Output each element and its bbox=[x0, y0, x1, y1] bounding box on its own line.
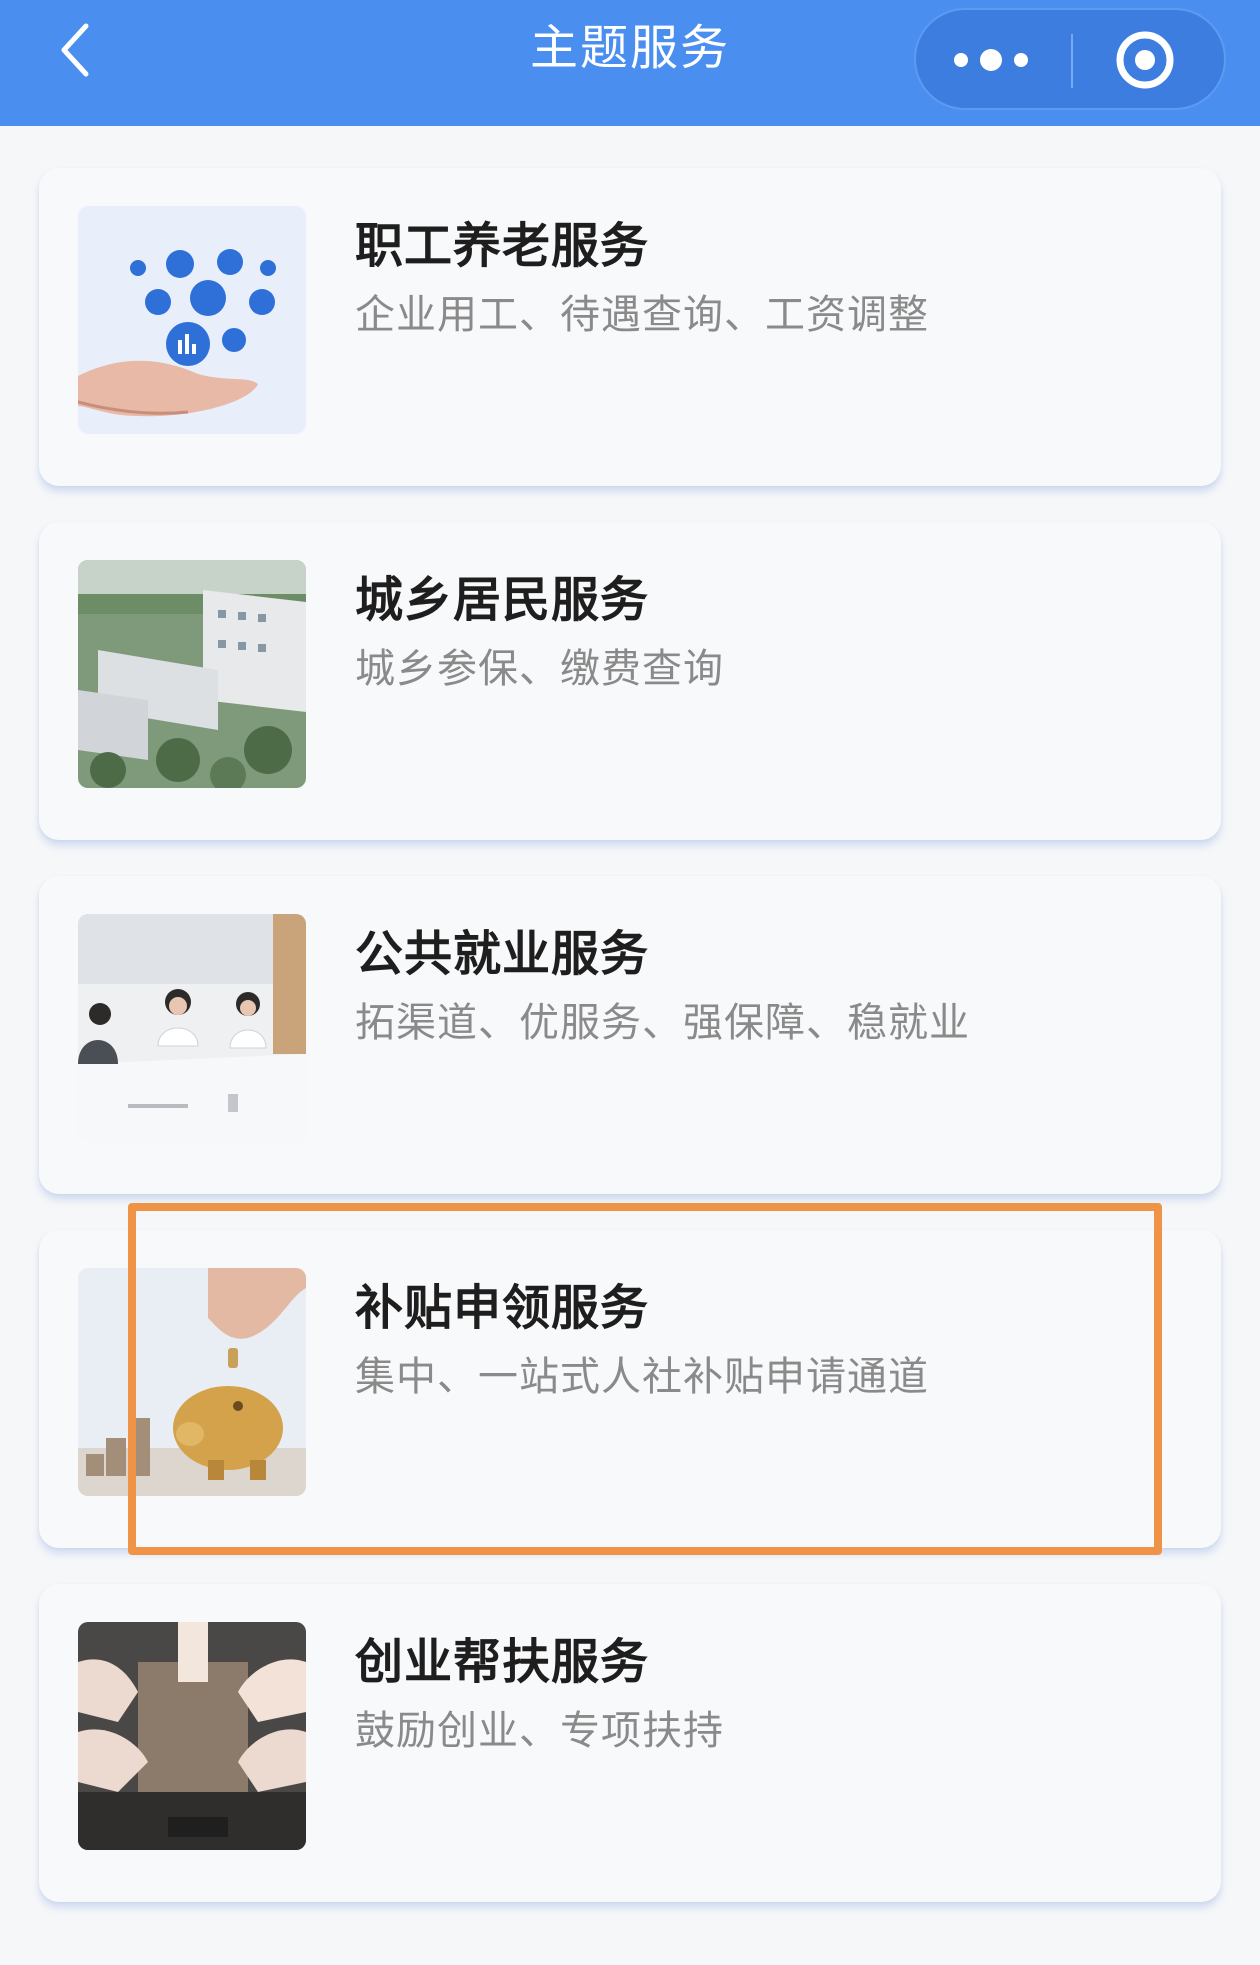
service-subtitle: 企业用工、待遇查询、工资调整 bbox=[355, 292, 929, 338]
service-title: 职工养老服务 bbox=[355, 218, 650, 274]
service-thumb-subsidy bbox=[78, 1268, 306, 1496]
service-title: 创业帮扶服务 bbox=[355, 1634, 650, 1690]
service-thumb-employment bbox=[78, 914, 306, 1142]
service-title: 补贴申领服务 bbox=[355, 1280, 650, 1336]
target-circle-icon bbox=[1116, 31, 1174, 89]
service-title: 公共就业服务 bbox=[355, 926, 650, 982]
service-card-elderly-pension[interactable]: 职工养老服务 企业用工、待遇查询、工资调整 bbox=[39, 168, 1221, 486]
service-thumb-residents bbox=[78, 560, 306, 788]
close-mini-program-button[interactable] bbox=[1073, 10, 1228, 108]
more-dots-icon bbox=[954, 49, 1028, 71]
service-card-public-employment[interactable]: 公共就业服务 拓渠道、优服务、强保障、稳就业 bbox=[39, 876, 1221, 1194]
service-card-entrepreneurship-support[interactable]: 创业帮扶服务 鼓励创业、专项扶持 bbox=[39, 1584, 1221, 1902]
top-navigation-bar: 主题服务 bbox=[0, 0, 1260, 126]
mini-program-capsule bbox=[914, 8, 1226, 110]
service-subtitle: 集中、一站式人社补贴申请通道 bbox=[355, 1354, 929, 1400]
service-thumb-entrepreneurship bbox=[78, 1622, 306, 1850]
service-card-urban-rural-residents[interactable]: 城乡居民服务 城乡参保、缴费查询 bbox=[39, 522, 1221, 840]
more-button[interactable] bbox=[916, 10, 1071, 108]
service-subtitle: 拓渠道、优服务、强保障、稳就业 bbox=[355, 1000, 970, 1046]
service-card-subsidy-application[interactable]: 补贴申领服务 集中、一站式人社补贴申请通道 bbox=[39, 1230, 1221, 1548]
service-subtitle: 鼓励创业、专项扶持 bbox=[355, 1708, 724, 1754]
service-thumb-pension bbox=[78, 206, 306, 434]
service-subtitle: 城乡参保、缴费查询 bbox=[355, 646, 724, 692]
service-title: 城乡居民服务 bbox=[355, 572, 650, 628]
